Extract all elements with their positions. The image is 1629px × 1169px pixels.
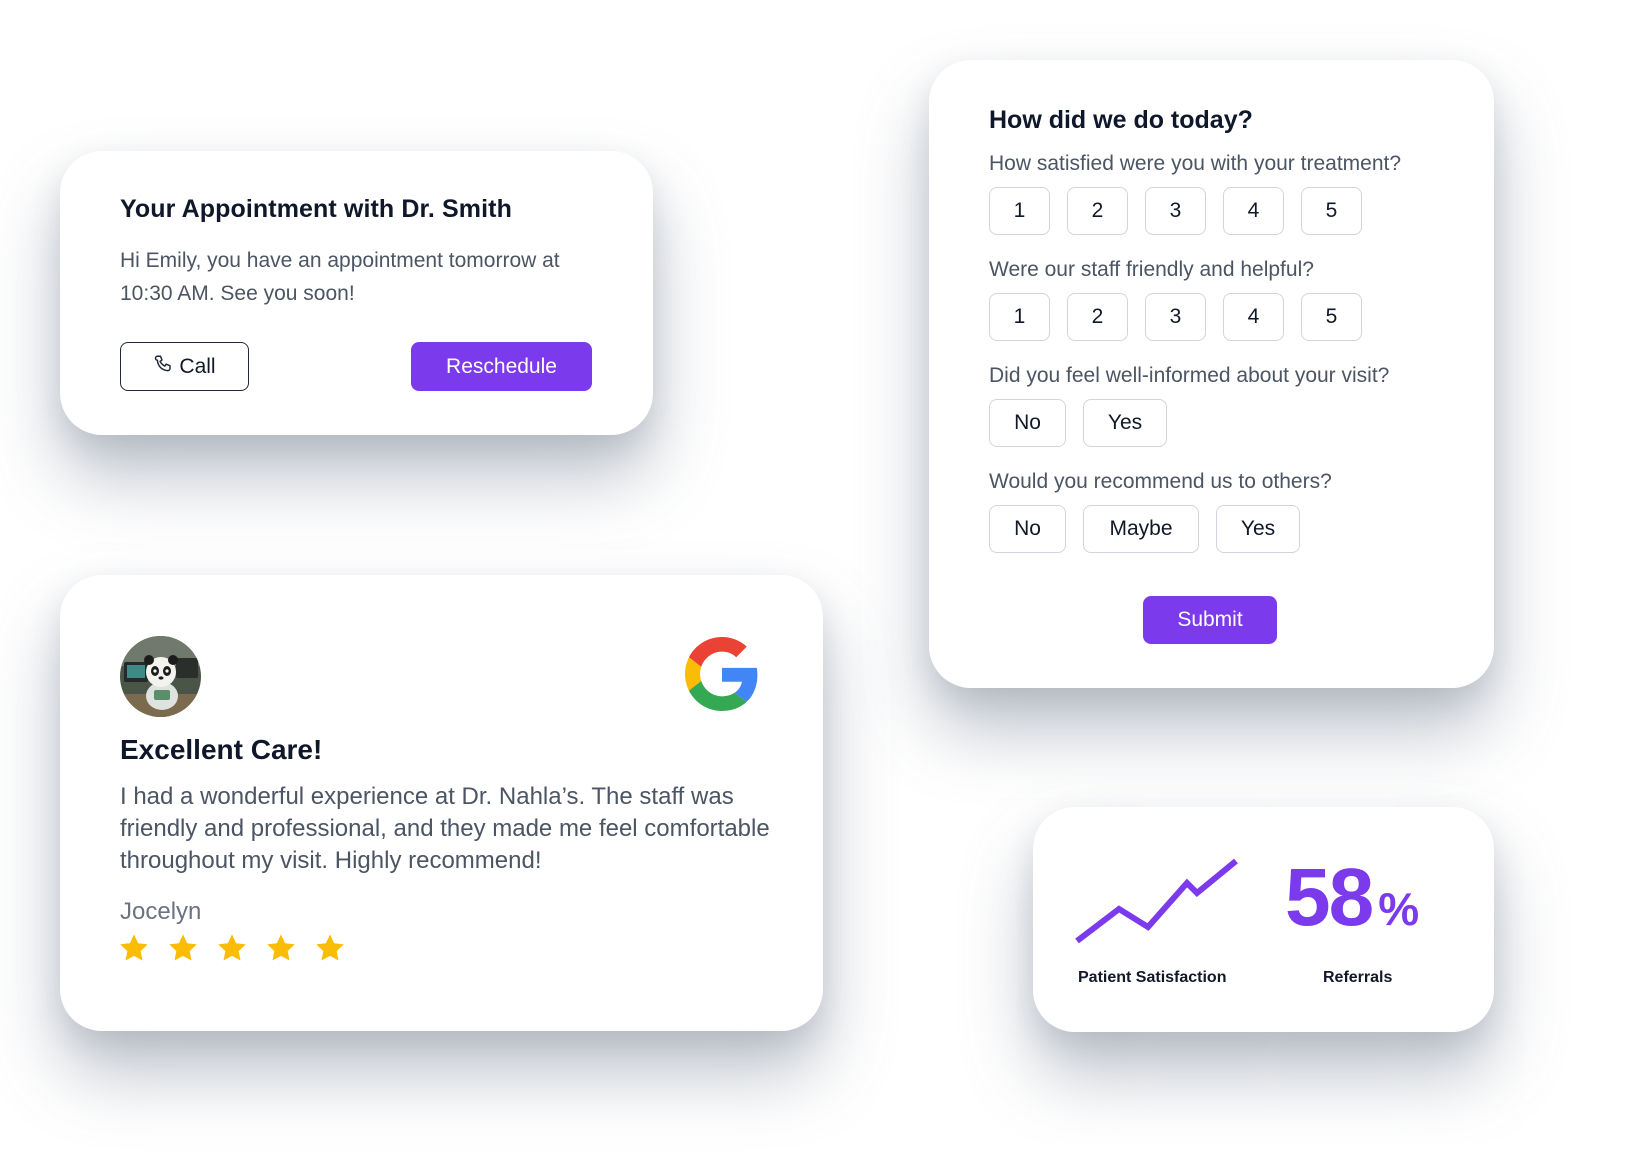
option-button[interactable]: 1	[989, 293, 1050, 341]
option-button[interactable]: 2	[1067, 293, 1128, 341]
option-button-yes[interactable]: Yes	[1216, 505, 1300, 553]
referrals-label: Referrals	[1323, 969, 1393, 986]
review-body: I had a wonderful experience at Dr. Nahl…	[120, 783, 770, 874]
option-button-no[interactable]: No	[989, 505, 1066, 553]
option-button[interactable]: 3	[1145, 187, 1206, 235]
referrals-percent: 58 %	[1285, 857, 1419, 939]
informed-options: No Yes	[989, 399, 1167, 447]
satisfaction-options: 1 2 3 4 5	[989, 187, 1362, 235]
phone-icon	[153, 353, 175, 381]
percent-value: 58	[1285, 852, 1374, 943]
option-button-no[interactable]: No	[989, 399, 1066, 447]
star-icon	[169, 934, 197, 961]
option-button[interactable]: 1	[989, 187, 1050, 235]
question-recommend: Would you recommend us to others?	[989, 470, 1332, 493]
option-button-maybe[interactable]: Maybe	[1083, 505, 1199, 553]
marketing-canvas: Your Appointment with Dr. Smith Hi Emily…	[0, 0, 1629, 1169]
google-logo-icon	[685, 637, 759, 711]
appointment-card: Your Appointment with Dr. Smith Hi Emily…	[60, 151, 653, 435]
option-button[interactable]: 2	[1067, 187, 1128, 235]
option-button[interactable]: 4	[1223, 293, 1284, 341]
review-card: Excellent Care! I had a wonderful experi…	[60, 575, 823, 1031]
call-button[interactable]: Call	[120, 342, 249, 391]
trend-up-line-icon	[1073, 845, 1238, 945]
survey-card: How did we do today? How satisfied were …	[929, 60, 1494, 688]
appointment-message: Hi Emily, you have an appointment tomorr…	[120, 249, 560, 305]
recommend-options: No Maybe Yes	[989, 505, 1300, 553]
option-button[interactable]: 5	[1301, 293, 1362, 341]
star-icon	[120, 934, 148, 961]
submit-button[interactable]: Submit	[1143, 596, 1277, 644]
reschedule-button[interactable]: Reschedule	[411, 342, 592, 391]
survey-title: How did we do today?	[989, 106, 1253, 134]
star-icon	[267, 934, 295, 961]
panda-avatar	[120, 636, 201, 717]
star-rating	[118, 932, 346, 964]
review-author: Jocelyn	[120, 898, 202, 925]
percent-symbol: %	[1378, 883, 1420, 935]
option-button[interactable]: 3	[1145, 293, 1206, 341]
star-icon	[218, 934, 246, 961]
option-button-yes[interactable]: Yes	[1083, 399, 1167, 447]
call-button-label: Call	[179, 354, 216, 378]
patient-satisfaction-label: Patient Satisfaction	[1078, 969, 1227, 986]
question-staff: Were our staff friendly and helpful?	[989, 258, 1314, 281]
stats-card: 58 % Patient Satisfaction Referrals	[1033, 807, 1494, 1032]
question-informed: Did you feel well-informed about your vi…	[989, 364, 1390, 387]
option-button[interactable]: 4	[1223, 187, 1284, 235]
appointment-title: Your Appointment with Dr. Smith	[120, 195, 512, 223]
review-title: Excellent Care!	[120, 734, 323, 765]
option-button[interactable]: 5	[1301, 187, 1362, 235]
question-satisfaction: How satisfied were you with your treatme…	[989, 152, 1402, 175]
staff-options: 1 2 3 4 5	[989, 293, 1362, 341]
star-icon	[316, 934, 344, 961]
